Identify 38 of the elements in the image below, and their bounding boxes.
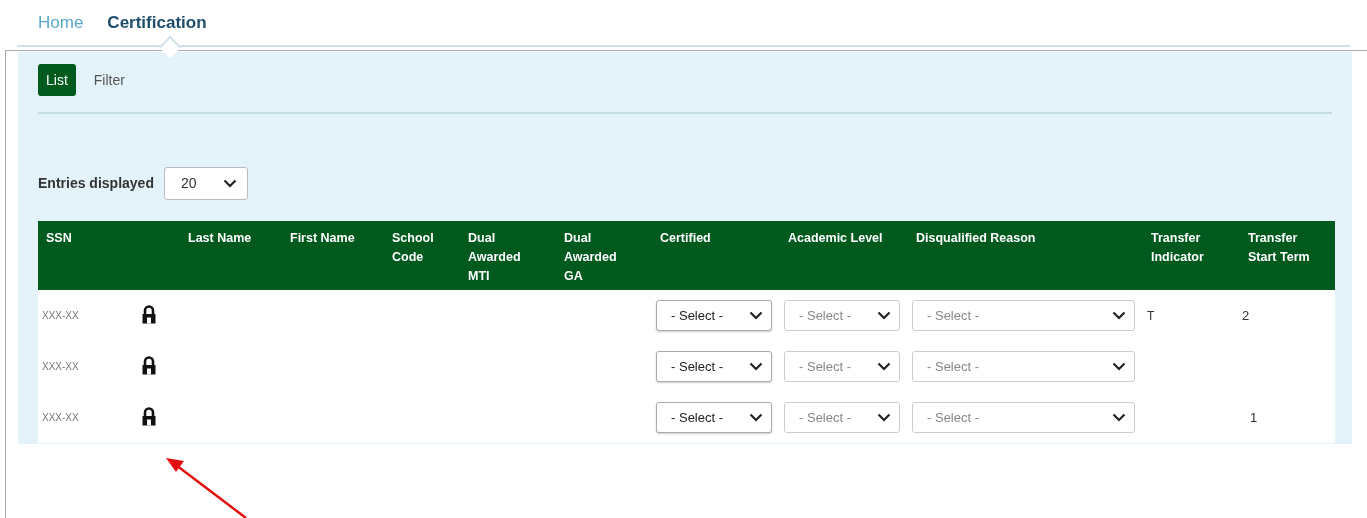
select-dropdown[interactable]: - Select -: [656, 351, 772, 382]
column-header: SSN: [46, 231, 72, 245]
select-dropdown[interactable]: - Select -: [656, 300, 772, 331]
select-dropdown[interactable]: - Select -: [656, 402, 772, 433]
chevron-down-icon: [877, 311, 891, 320]
column-header: Transfer Start Term: [1248, 231, 1310, 264]
column-header: Academic Level: [788, 231, 883, 245]
chevron-down-icon: [877, 362, 891, 371]
column-header: Certified: [660, 231, 711, 245]
column-header: Dual Awarded MTI: [468, 231, 521, 283]
ssn-cell: XXX-XX: [42, 310, 79, 321]
chevron-down-icon: [749, 311, 763, 320]
column-header: School Code: [392, 231, 434, 264]
chevron-down-icon: [877, 413, 891, 422]
view-tab[interactable]: Filter: [85, 64, 133, 96]
entries-select[interactable]: 20: [163, 166, 248, 200]
entries-label: Entries displayed: [38, 175, 154, 191]
column-header: Last Name: [188, 231, 252, 245]
column-header: First Name: [290, 231, 355, 245]
padlock-icon: [142, 304, 156, 324]
chevron-down-icon: [749, 362, 763, 371]
chevron-down-icon: [749, 413, 763, 422]
chevron-down-icon: [222, 178, 237, 188]
column-header: Disqualified Reason: [916, 231, 1036, 245]
padlock-icon: [142, 406, 156, 426]
ssn-cell: XXX-XX: [42, 361, 79, 372]
nav-tab[interactable]: Certification: [107, 13, 207, 33]
padlock-icon: [142, 355, 156, 375]
transfer-start-term-cell-text: 1: [1249, 410, 1258, 425]
column-header: Transfer Indicator: [1151, 231, 1204, 264]
column-header: Dual Awarded GA: [564, 231, 617, 283]
transfer-indicator-cell: T: [1147, 308, 1155, 323]
chevron-down-icon: [1112, 311, 1126, 320]
view-tab[interactable]: List: [38, 64, 76, 96]
ssn-cell: XXX-XX: [42, 412, 79, 423]
chevron-down-icon: [1112, 362, 1126, 371]
transfer-start-term-cell: 2: [1242, 308, 1250, 323]
chevron-down-icon: [1112, 413, 1126, 422]
